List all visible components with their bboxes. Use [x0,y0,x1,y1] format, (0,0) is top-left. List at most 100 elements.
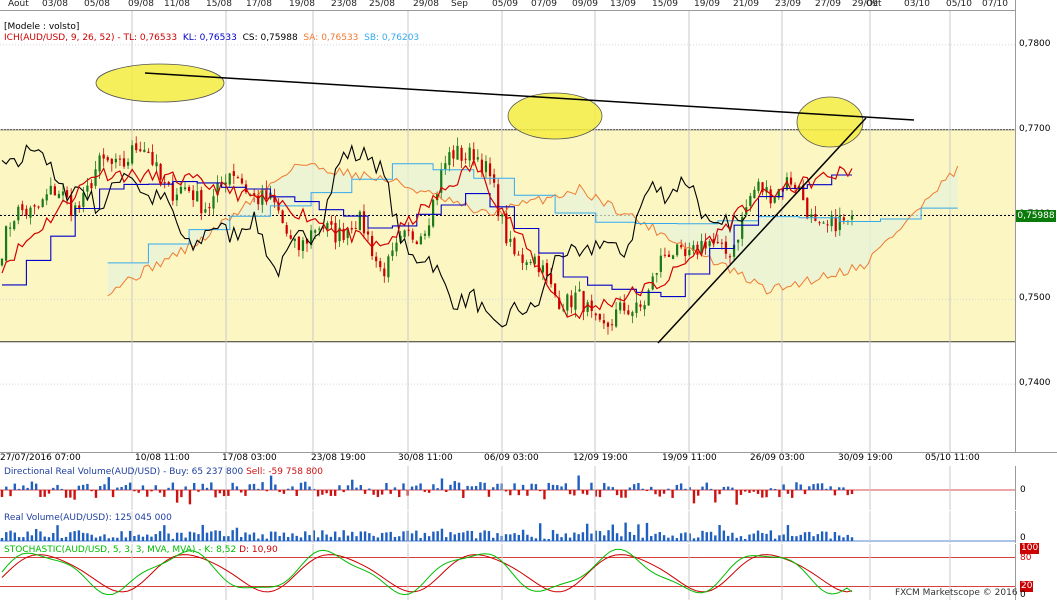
real-volume-bar [137,534,140,541]
sell-volume-bar [214,490,217,498]
real-volume-bar [492,537,495,541]
time-tick-label: 27/07/2016 07:00 [0,453,81,463]
tl-value: TL: 0,76533 [123,33,178,43]
real-volume-bar [77,530,81,541]
time-tick-label: 30/09 19:00 [838,453,893,463]
candle-down [53,186,56,196]
buy-volume-bar [812,484,815,490]
candle-down [789,177,793,185]
candle-up [810,214,813,218]
sell-volume-bar [765,490,768,498]
real-volume-bar [530,536,533,541]
real-volume-bar [697,537,700,541]
candle-down [684,248,687,256]
real-volume-bar [513,533,516,541]
buy-volume-bar [534,484,538,490]
buy-volume-bar [611,487,615,490]
real-volume-bar [0,537,4,541]
sell-volume-bar [295,490,298,496]
sell-volume-bar [329,490,333,496]
buy-volume-bar [474,485,478,490]
real-volume-bar [547,538,550,541]
buy-volume-bar [492,487,495,490]
real-volume-bar [803,532,807,541]
real-volume-bar [103,534,106,541]
candle-down [460,147,463,161]
ichimoku-price-chart[interactable] [0,11,1015,452]
candle-up [318,228,321,230]
real-volume-bar [509,534,512,541]
price-tick-label: 0,7400 [1019,378,1051,389]
time-tick-label: 05/10 11:00 [925,453,980,463]
real-volume-bar [227,536,230,541]
buy-volume-bar [17,488,21,490]
sell-volume-bar [333,490,337,496]
real-volume-bar [684,532,687,541]
candle-down [200,190,203,214]
real-volume-bar [402,531,405,541]
buy-volume-bar [124,485,128,490]
candle-down [78,205,81,209]
real-volume-bar [577,534,580,541]
sell-volume-bar [509,490,512,496]
candle-down [232,171,235,176]
sell-volume-bar [43,490,46,497]
buy-volume-bar [231,482,234,490]
sell-volume-bar [239,490,243,493]
candle-down [354,228,357,230]
st-axis: 100 80 20 0 [1015,543,1057,600]
chart-header: [Modele : volsto] ICH(AUD/USD, 9, 26, 52… [4,22,419,44]
real-volume-bar [440,528,444,541]
real-volume-bar [658,532,661,541]
candle-down [375,256,378,262]
candle-down [610,324,614,326]
sell-volume-bar [671,490,674,498]
buy-volume-bar [235,486,239,490]
top-date-label: 09/08 [128,0,154,9]
buy-volume-bar [248,484,251,490]
real-volume-bar [333,531,337,541]
real-volume-bar [769,530,773,541]
candle-up [619,302,622,311]
buy-volume-bar [5,486,8,490]
st-title: STOCHASTIC(AUD/USD, 5, 3, 3, MVA, MVA) - [4,545,202,555]
candle-up [444,163,447,170]
top-date-label: 25/08 [369,0,395,9]
buy-volume-bar [141,485,145,490]
time-tick-label: 19/09 11:00 [662,453,717,463]
sell-volume-bar [756,490,760,494]
candle-down [159,163,162,180]
sell-volume-bar [791,490,794,498]
real-volume-bar [210,531,213,541]
sell-volume-bar [111,490,115,498]
top-date-axis: Août 03/08 05/08 09/08 11/08 15/08 17/08 19/08 2… [0,0,1015,11]
st-axis-0: 0 [1020,590,1026,600]
real-volume-bar [714,535,717,541]
real-volume-bar [150,536,153,541]
top-date-label: 27/09 [815,0,841,9]
top-date-label: 19/08 [289,0,315,9]
real-volume-bar [222,536,226,541]
real-volume-bar [355,536,358,541]
buy-volume-bar [667,488,670,490]
real-volume-bar [692,538,696,541]
real-volume-bar [415,530,418,541]
real-volume-bar [744,538,747,541]
candle-up [49,185,52,195]
sell-volume-bar [624,490,627,498]
real-volume-bar [257,538,260,541]
st-k: K: 8,52 [204,545,237,555]
candle-up [395,242,398,252]
sell-volume-bar [325,490,328,494]
candle-down [842,217,845,221]
buy-volume-bar [837,487,841,490]
candle-down [545,263,549,276]
real-volume-bar [372,535,375,541]
sell-volume-bar [735,490,738,505]
real-volume-bar [470,530,474,541]
real-volume-bar [756,530,760,541]
real-volume-bar [722,530,726,541]
real-volume-bar [120,531,123,541]
buy-volume-bar [470,486,474,490]
candle-down [281,210,284,224]
